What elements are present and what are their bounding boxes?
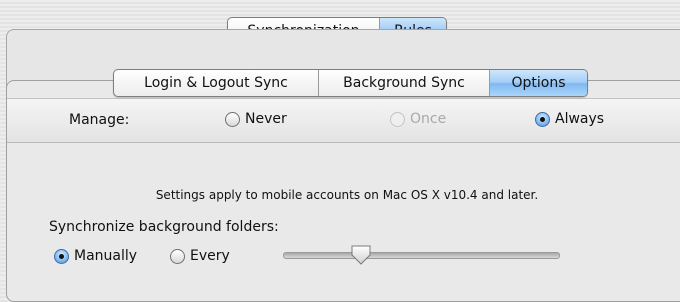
radio-button-icon	[225, 111, 240, 127]
sync-every-radio[interactable]: Every	[170, 248, 230, 264]
manage-once-radio: Once	[390, 111, 446, 127]
tab-login-logout-sync[interactable]: Login & Logout Sync	[114, 70, 318, 96]
radio-button-icon	[54, 248, 69, 264]
manage-once-label: Once	[410, 111, 447, 127]
manage-always-label: Always	[555, 111, 605, 127]
options-panel: Manage: Never Once Always Settings apply…	[6, 80, 680, 302]
sync-manually-radio[interactable]: Manually	[54, 248, 137, 264]
settings-note: Settings apply to mobile accounts on Mac…	[155, 188, 539, 202]
sync-every-label: Every	[190, 248, 230, 264]
manage-label: Manage:	[69, 112, 130, 128]
tab-options[interactable]: Options	[489, 70, 587, 96]
radio-button-icon	[535, 111, 550, 127]
slider-knob-icon[interactable]	[350, 244, 372, 266]
sync-interval-slider-track[interactable]	[283, 252, 560, 259]
sub-tab-control: Login & Logout Sync Background Sync Opti…	[113, 69, 588, 97]
manage-row: Manage: Never Once Always	[7, 98, 680, 143]
radio-button-icon	[170, 248, 185, 264]
manage-never-radio[interactable]: Never	[225, 111, 287, 127]
manage-never-label: Never	[245, 111, 287, 127]
sync-manually-label: Manually	[74, 248, 138, 264]
radio-button-icon	[390, 111, 405, 127]
tab-background-sync[interactable]: Background Sync	[318, 70, 489, 96]
background-folders-label: Synchronize background folders:	[49, 219, 279, 235]
manage-always-radio[interactable]: Always	[535, 111, 604, 127]
